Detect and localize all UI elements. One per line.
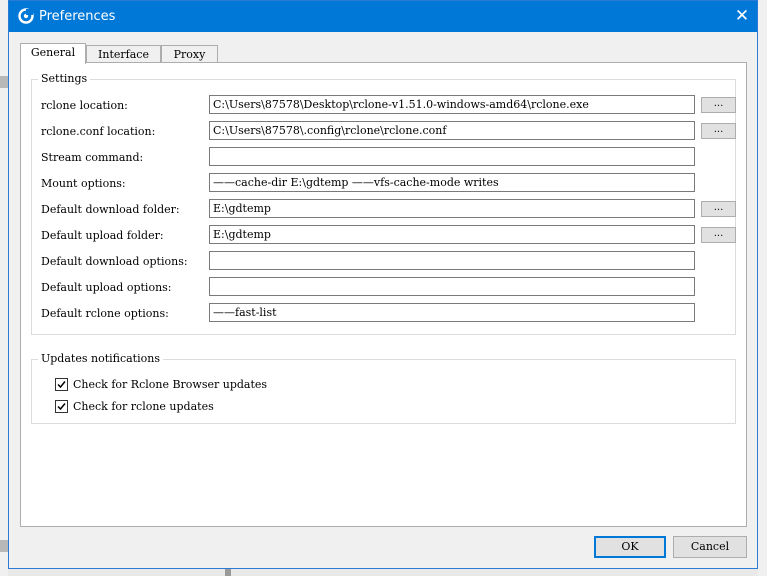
default-download-options-label: Default download options:: [41, 255, 188, 268]
default-download-folder-field[interactable]: E:\gdtemp: [209, 199, 695, 218]
mount-options-field[interactable]: ——cache-dir E:\gdtemp ——vfs-cache-mode w…: [209, 173, 695, 192]
tab-general[interactable]: General: [20, 43, 86, 64]
rclone-conf-location-field[interactable]: C:\Users\87578\.config\rclone\rclone.con…: [209, 121, 695, 140]
default-upload-folder-field[interactable]: E:\gdtemp: [209, 225, 695, 244]
stream-command-field[interactable]: [209, 147, 695, 166]
cancel-button[interactable]: Cancel: [673, 536, 747, 558]
checkmark-icon: [57, 403, 66, 411]
upload-folder-browse-button[interactable]: ...: [701, 227, 736, 243]
updates-group-title: Updates notifications: [38, 352, 163, 365]
default-upload-options-label: Default upload options:: [41, 281, 172, 294]
rclone-browser-updates-label: Check for Rclone Browser updates: [73, 378, 268, 391]
mount-options-label: Mount options:: [41, 177, 126, 190]
settings-group-title: Settings: [38, 72, 91, 85]
checkmark-icon: [57, 381, 66, 389]
default-upload-options-field[interactable]: [209, 277, 695, 296]
tab-interface[interactable]: Interface: [86, 45, 161, 63]
rclone-location-label: rclone location:: [41, 99, 128, 112]
background-app-fragment: [0, 76, 8, 88]
rclone-conf-location-label: rclone.conf location:: [41, 125, 156, 138]
download-folder-browse-button[interactable]: ...: [701, 201, 736, 217]
default-rclone-options-label: Default rclone options:: [41, 307, 169, 320]
default-download-options-field[interactable]: [209, 251, 695, 270]
rclone-location-browse-button[interactable]: ...: [701, 97, 736, 113]
updates-group: Updates notifications: [31, 352, 736, 424]
default-rclone-options-field[interactable]: ——fast-list: [209, 303, 695, 322]
rclone-conf-browse-button[interactable]: ...: [701, 123, 736, 139]
rclone-app-icon: [18, 8, 34, 24]
background-app-scrollbar: [225, 569, 231, 576]
window-title: Preferences: [39, 9, 116, 24]
title-bar: Preferences ✕: [9, 1, 757, 32]
close-icon[interactable]: ✕: [727, 1, 757, 32]
rclone-location-field[interactable]: C:\Users\87578\Desktop\rclone-v1.51.0-wi…: [209, 95, 695, 114]
default-download-folder-label: Default download folder:: [41, 203, 180, 216]
default-upload-folder-label: Default upload folder:: [41, 229, 164, 242]
ok-button[interactable]: OK: [594, 536, 666, 558]
background-app-edge: [758, 0, 767, 576]
preferences-dialog: Preferences ✕ General Interface Proxy Se…: [8, 0, 758, 569]
rclone-updates-checkbox[interactable]: [55, 400, 68, 413]
stream-command-label: Stream command:: [41, 151, 144, 164]
rclone-updates-label: Check for rclone updates: [73, 400, 214, 413]
tab-proxy[interactable]: Proxy: [161, 45, 218, 63]
background-app-fragment: [0, 540, 8, 552]
rclone-browser-updates-checkbox[interactable]: [55, 378, 68, 391]
general-tab-panel: Settings rclone location: C:\Users\87578…: [20, 62, 747, 527]
